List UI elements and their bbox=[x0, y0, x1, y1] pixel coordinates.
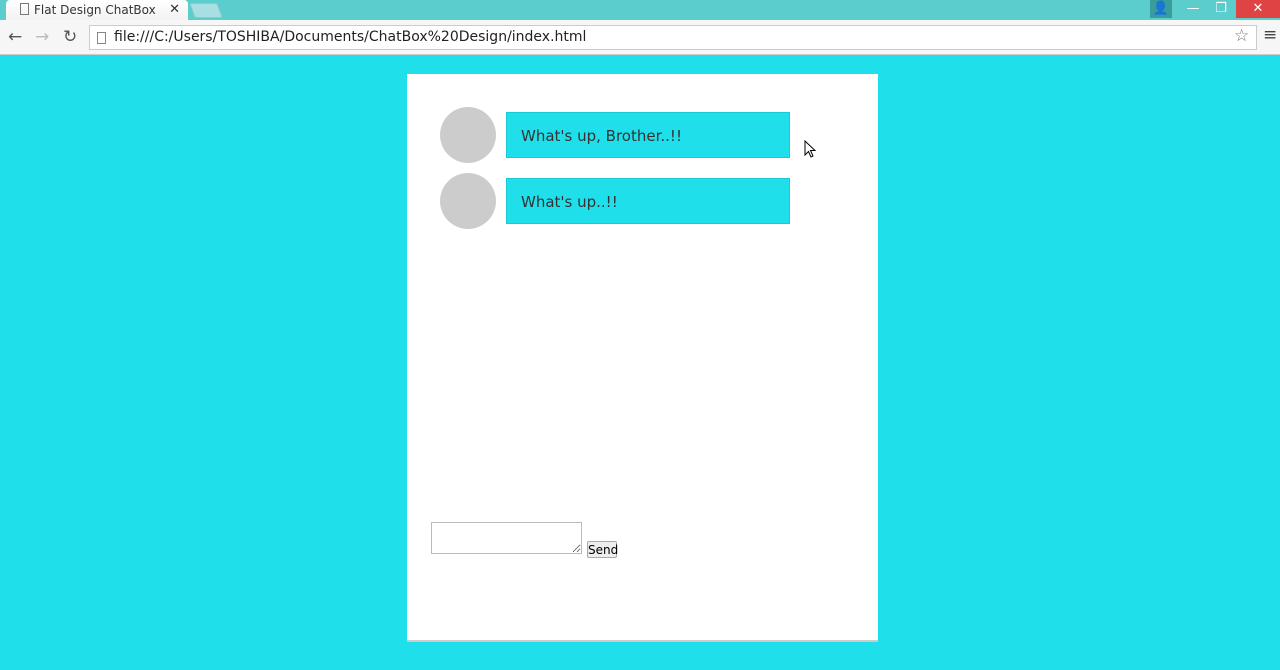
bookmark-star-icon[interactable]: ☆ bbox=[1234, 26, 1249, 46]
document-icon bbox=[97, 32, 106, 44]
message-bubble: What's up, Brother..!! bbox=[506, 112, 790, 158]
address-bar[interactable]: file:///C:/Users/TOSHIBA/Documents/ChatB… bbox=[89, 25, 1257, 50]
document-icon bbox=[20, 3, 29, 15]
message-input[interactable] bbox=[431, 522, 582, 554]
new-tab-button[interactable] bbox=[189, 3, 223, 18]
forward-icon[interactable]: → bbox=[35, 27, 49, 47]
message-bubble: What's up..!! bbox=[506, 178, 790, 224]
close-tab-icon[interactable]: ✕ bbox=[169, 2, 180, 17]
avatar bbox=[440, 173, 496, 229]
browser-tab[interactable]: Flat Design ChatBox ✕ bbox=[6, 0, 188, 21]
menu-icon[interactable]: ≡ bbox=[1263, 25, 1277, 45]
browser-titlebar: Flat Design ChatBox ✕ 👤 — ❐ ✕ bbox=[0, 0, 1280, 21]
tab-title: Flat Design ChatBox bbox=[34, 3, 156, 17]
back-icon[interactable]: ← bbox=[8, 27, 22, 47]
user-icon[interactable]: 👤 bbox=[1150, 0, 1172, 18]
message-row: What's up, Brother..!! bbox=[440, 107, 790, 163]
reload-icon[interactable]: ↻ bbox=[63, 27, 77, 47]
maximize-button[interactable]: ❐ bbox=[1210, 0, 1232, 18]
send-button[interactable]: Send bbox=[587, 541, 618, 558]
close-window-button[interactable]: ✕ bbox=[1236, 0, 1280, 18]
message-row: What's up..!! bbox=[440, 173, 790, 229]
minimize-button[interactable]: — bbox=[1182, 0, 1204, 18]
url-text: file:///C:/Users/TOSHIBA/Documents/ChatB… bbox=[114, 29, 587, 45]
browser-toolbar: ← → ↻ file:///C:/Users/TOSHIBA/Documents… bbox=[0, 20, 1280, 55]
avatar bbox=[440, 107, 496, 163]
mouse-cursor-icon bbox=[804, 140, 817, 158]
